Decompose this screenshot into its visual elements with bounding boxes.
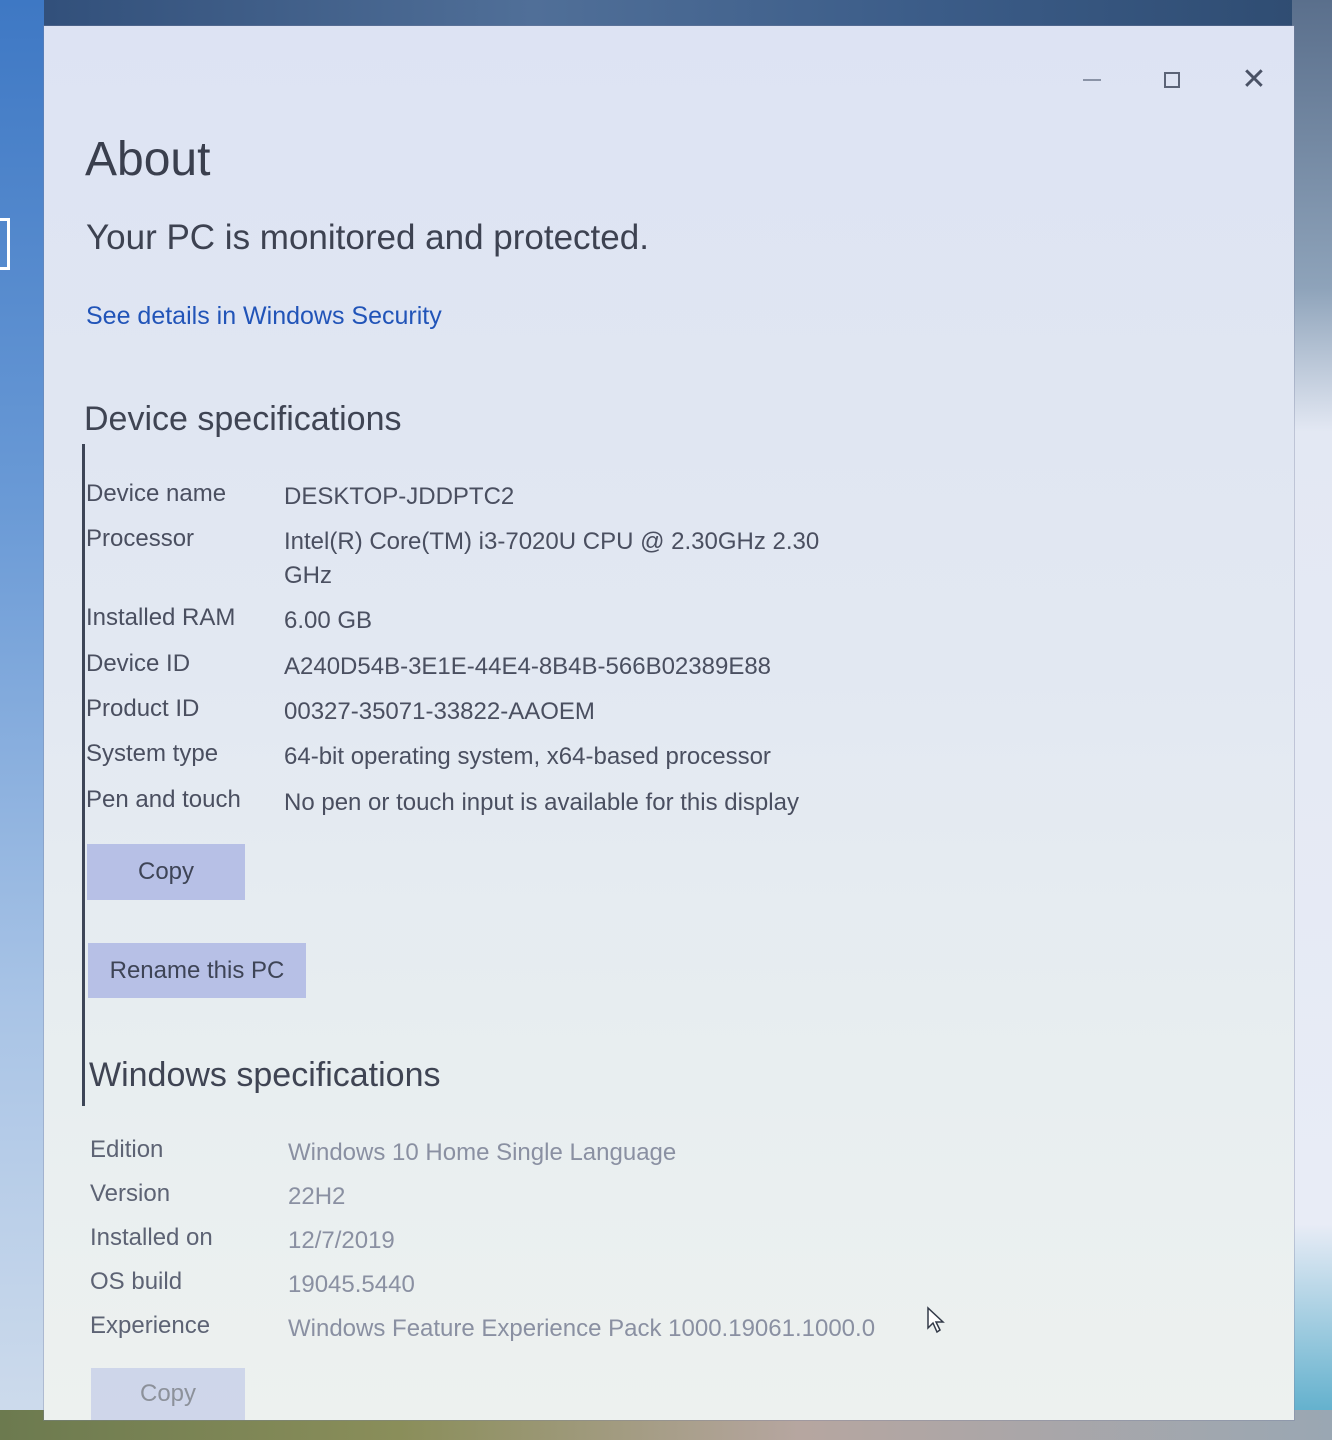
rename-pc-button[interactable]: Rename this PC bbox=[88, 943, 306, 998]
spec-value: 00327-35071-33822-AAOEM bbox=[284, 698, 595, 725]
spec-label: Pen and touch bbox=[86, 786, 241, 813]
spec-value: A240D54B-3E1E-44E4-8B4B-566B02389E88 bbox=[284, 653, 772, 680]
desktop-edge-marker bbox=[0, 218, 10, 270]
copy-device-specs-button[interactable]: Copy bbox=[87, 844, 245, 900]
spec-label: Edition bbox=[90, 1136, 164, 1163]
desktop-background-left bbox=[0, 0, 44, 1440]
spec-value: 19045.5440 bbox=[288, 1271, 415, 1298]
spec-label: Processor bbox=[86, 525, 195, 552]
window-side-divider bbox=[82, 444, 85, 1106]
minimize-icon bbox=[1083, 79, 1101, 81]
spec-label: Device name bbox=[86, 480, 227, 507]
copy-windows-specs-button[interactable]: Copy bbox=[91, 1368, 245, 1420]
spec-value: Windows Feature Experience Pack 1000.190… bbox=[288, 1315, 876, 1342]
spec-label: OS build bbox=[90, 1268, 183, 1295]
spec-value: No pen or touch input is available for t… bbox=[284, 789, 799, 816]
spec-value: 22H2 bbox=[288, 1183, 346, 1210]
minimize-button[interactable] bbox=[1072, 64, 1112, 96]
maximize-button[interactable] bbox=[1152, 64, 1192, 96]
spec-label: Version bbox=[90, 1180, 171, 1207]
spec-label: System type bbox=[86, 740, 219, 767]
windows-security-link[interactable]: See details in Windows Security bbox=[86, 302, 442, 331]
spec-label: Experience bbox=[90, 1312, 211, 1339]
page-title: About bbox=[85, 133, 211, 186]
close-button[interactable]: ✕ bbox=[1234, 64, 1274, 96]
about-settings-window: ✕ About Your PC is monitored and protect… bbox=[44, 26, 1294, 1420]
spec-value: Intel(R) Core(TM) i3-7020U CPU @ 2.30GHz… bbox=[284, 528, 820, 589]
windows-specifications-heading: Windows specifications bbox=[89, 1056, 441, 1094]
spec-value: DESKTOP-JDDPTC2 bbox=[284, 483, 515, 510]
maximize-icon bbox=[1164, 72, 1180, 88]
close-icon: ✕ bbox=[1241, 62, 1267, 97]
spec-label: Device ID bbox=[86, 650, 191, 677]
spec-label: Product ID bbox=[86, 695, 200, 722]
device-specifications-heading: Device specifications bbox=[84, 400, 402, 438]
security-status: Your PC is monitored and protected. bbox=[86, 218, 649, 257]
mouse-pointer-icon bbox=[927, 1306, 945, 1334]
spec-label: Installed on bbox=[90, 1224, 213, 1251]
spec-value: Windows 10 Home Single Language bbox=[288, 1139, 677, 1166]
spec-value: 12/7/2019 bbox=[288, 1227, 395, 1254]
spec-label: Installed RAM bbox=[86, 604, 236, 631]
spec-value: 6.00 GB bbox=[284, 607, 373, 634]
spec-value: 64-bit operating system, x64-based proce… bbox=[284, 743, 771, 770]
desktop-background-right bbox=[1292, 0, 1332, 1440]
